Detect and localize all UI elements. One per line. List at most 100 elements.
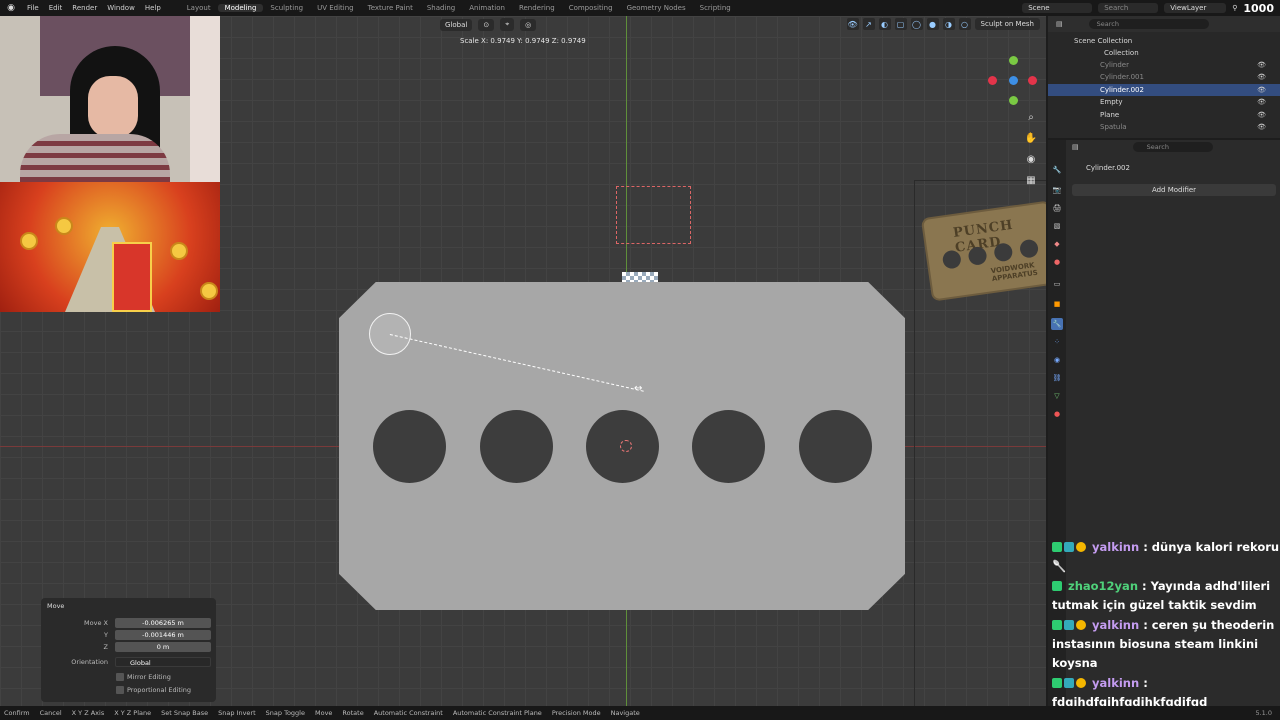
tab-modeling[interactable]: Modeling <box>217 4 264 12</box>
mirror-editing-checkbox[interactable] <box>116 673 124 681</box>
zoom-icon[interactable]: ⌕ <box>1024 110 1038 124</box>
orientation-dropdown[interactable]: Global <box>440 18 473 31</box>
tab-texture-paint[interactable]: Texture Paint <box>361 4 420 12</box>
tab-sculpting[interactable]: Sculpting <box>263 4 310 12</box>
orientation-row: Orientation Global <box>41 657 216 668</box>
punch-card-reference-image[interactable]: PUNCH CARD VOIDWORK APPARATUS <box>920 200 1046 302</box>
x-axis-gizmo-icon[interactable] <box>988 76 997 85</box>
outliner-collection[interactable]: Collection <box>1048 47 1280 59</box>
xray-icon[interactable]: ▢ <box>894 18 907 30</box>
visibility-icon[interactable]: 👁 <box>1257 84 1266 96</box>
move-x-field[interactable]: -0.006265 m <box>115 618 211 628</box>
orientation-select[interactable]: Global <box>115 657 211 667</box>
add-modifier-button[interactable]: Add Modifier <box>1072 184 1276 196</box>
y-axis-gizmo-icon[interactable] <box>1009 56 1018 65</box>
menu-edit[interactable]: Edit <box>44 4 68 12</box>
view-layer-selector[interactable]: ViewLayer <box>1164 3 1227 13</box>
blender-window: ◉ File Edit Render Window Help Layout Mo… <box>0 0 1280 720</box>
properties-editor-icon[interactable]: ▤ <box>1072 143 1079 151</box>
properties-search-input[interactable]: Search <box>1132 142 1213 152</box>
menu-help[interactable]: Help <box>140 4 166 12</box>
snap-icon[interactable]: ⌖ <box>500 18 515 31</box>
solid-shading-icon[interactable]: ● <box>926 18 939 30</box>
particles-tab-icon[interactable]: ⁘ <box>1051 336 1063 348</box>
visibility-icon[interactable]: 👁 <box>846 18 859 30</box>
collection-tab-icon[interactable]: ▭ <box>1051 278 1063 290</box>
scene-tab-icon[interactable]: ◆ <box>1051 238 1063 250</box>
neg-x-gizmo-icon[interactable] <box>1028 76 1037 85</box>
outliner-item-cylinder[interactable]: Cylinder 👁 <box>1048 59 1280 71</box>
tool-tab-icon[interactable]: 🔧 <box>1051 164 1063 176</box>
outliner-item-cylinder-002[interactable]: Cylinder.002 👁 <box>1048 84 1280 96</box>
data-tab-icon[interactable]: ▽ <box>1051 390 1063 402</box>
material-tab-icon[interactable]: ● <box>1051 408 1063 420</box>
chat-message: zhao12yan : Yayında adhd'lileri tutmak i… <box>1052 577 1280 615</box>
outliner-scene-collection[interactable]: Scene Collection <box>1048 35 1280 47</box>
overlay-icon[interactable]: ◐ <box>878 18 891 30</box>
operator-panel-title[interactable]: Move <box>47 602 64 610</box>
proportional-icon[interactable]: ◎ <box>520 18 537 31</box>
tab-geometry-nodes[interactable]: Geometry Nodes <box>620 4 693 12</box>
tab-uv-editing[interactable]: UV Editing <box>310 4 361 12</box>
output-tab-icon[interactable]: 🖨 <box>1051 202 1063 214</box>
grid-view-icon[interactable]: ▦ <box>1024 173 1038 187</box>
tab-animation[interactable]: Animation <box>462 4 512 12</box>
sculpt-on-mesh-button[interactable]: Sculpt on Mesh <box>974 18 1040 30</box>
hole-4[interactable] <box>692 410 765 483</box>
constraints-tab-icon[interactable]: ⛓ <box>1051 372 1063 384</box>
hole-1[interactable] <box>373 410 446 483</box>
tab-layout[interactable]: Layout <box>180 4 218 12</box>
menu-window[interactable]: Window <box>102 4 140 12</box>
hole-2[interactable] <box>480 410 553 483</box>
wireframe-shading-icon[interactable]: ◯ <box>910 18 923 30</box>
status-axis: X Y Z Axis <box>71 709 105 717</box>
pan-hand-icon[interactable]: ✋ <box>1024 131 1038 145</box>
wall <box>190 16 220 182</box>
chat-username[interactable]: zhao12yan <box>1068 579 1138 593</box>
visibility-icon[interactable]: 👁 <box>1257 96 1266 108</box>
move-z-field[interactable]: 0 m <box>115 642 211 652</box>
move-y-field[interactable]: -0.001446 m <box>115 630 211 640</box>
chat-username[interactable]: yalkinn <box>1092 540 1139 554</box>
outliner-item-cylinder-001[interactable]: Cylinder.001 👁 <box>1048 71 1280 83</box>
top-search-input[interactable]: Search <box>1098 3 1159 13</box>
navigation-gizmo[interactable] <box>988 56 1038 106</box>
tab-rendering[interactable]: Rendering <box>512 4 562 12</box>
physics-tab-icon[interactable]: ◉ <box>1051 354 1063 366</box>
menu-render[interactable]: Render <box>67 4 102 12</box>
z-axis-gizmo-icon[interactable] <box>1009 76 1018 85</box>
chat-username[interactable]: yalkinn <box>1092 676 1139 690</box>
menu-file[interactable]: File <box>22 4 44 12</box>
visibility-icon[interactable]: 👁 <box>1257 59 1266 71</box>
visibility-icon[interactable]: 👁 <box>1257 109 1266 121</box>
outliner-item-spatula[interactable]: Spatula 👁 <box>1048 121 1280 133</box>
chat-username[interactable]: yalkinn <box>1092 618 1139 632</box>
camera-view-icon[interactable]: ◉ <box>1024 152 1038 166</box>
outliner-item-plane[interactable]: Plane 👁 <box>1048 109 1280 121</box>
tab-shading[interactable]: Shading <box>420 4 462 12</box>
modifier-tab-icon[interactable]: 🔧 <box>1051 318 1063 330</box>
gizmo-toggle-icon[interactable]: ↗ <box>862 18 875 30</box>
visibility-icon[interactable]: 👁 <box>1257 121 1266 133</box>
blender-logo-icon[interactable]: ◉ <box>4 1 18 15</box>
status-plane: X Y Z Plane <box>114 709 152 717</box>
tab-scripting[interactable]: Scripting <box>693 4 738 12</box>
object-tab-icon[interactable]: ■ <box>1051 298 1063 310</box>
outliner-editor-icon[interactable]: ▤ <box>1056 20 1063 28</box>
render-tab-icon[interactable]: 📷 <box>1051 184 1063 196</box>
world-tab-icon[interactable]: ● <box>1051 256 1063 268</box>
filter-icon[interactable]: ⚲ <box>1232 4 1237 12</box>
outliner-search-input[interactable]: Search <box>1088 19 1209 29</box>
neg-y-gizmo-icon[interactable] <box>1009 96 1018 105</box>
outliner-item-empty[interactable]: Empty 👁 <box>1048 96 1280 108</box>
proportional-editing-checkbox[interactable] <box>116 686 124 694</box>
scene-selector[interactable]: Scene <box>1022 3 1093 13</box>
view-layer-tab-icon[interactable]: ▧ <box>1051 220 1063 232</box>
visibility-icon[interactable]: 👁 <box>1257 71 1266 83</box>
render-shading-icon[interactable]: ○ <box>958 18 971 30</box>
hole-5[interactable] <box>799 410 872 483</box>
material-shading-icon[interactable]: ◑ <box>942 18 955 30</box>
tab-compositing[interactable]: Compositing <box>562 4 620 12</box>
outliner-item-label: Empty <box>1100 98 1123 106</box>
pivot-icon[interactable]: ⊙ <box>478 18 495 31</box>
